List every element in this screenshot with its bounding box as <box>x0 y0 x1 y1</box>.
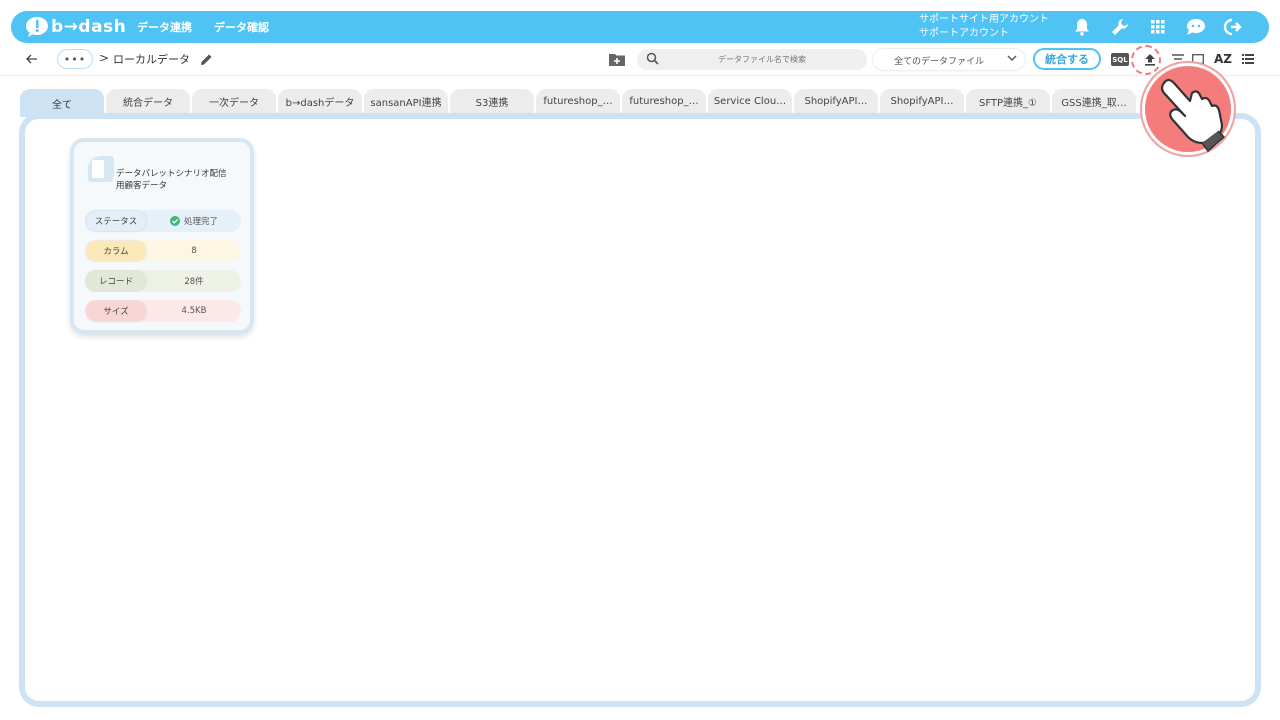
breadcrumb-more-button[interactable]: ••• <box>57 49 93 69</box>
tab-service-cloud[interactable]: Service Clou… <box>708 89 792 113</box>
pencil-icon[interactable] <box>197 50 215 68</box>
tab-shopify-2[interactable]: ShopifyAPI… <box>880 89 964 113</box>
logout-icon[interactable] <box>1215 11 1253 43</box>
merge-button[interactable]: 統合する <box>1033 48 1101 70</box>
logo-text: b→dash <box>51 17 127 37</box>
size-label: サイズ <box>86 301 146 321</box>
tab-futureshop-2[interactable]: futureshop_… <box>622 89 706 113</box>
chevron-down-icon <box>1007 55 1017 61</box>
search-box[interactable] <box>637 49 867 70</box>
tab-gss[interactable]: GSS連携_取… <box>1052 89 1136 113</box>
account-info[interactable]: サポートサイト用アカウント サポートアカウント <box>919 13 1049 41</box>
sql-icon[interactable]: SQL <box>1111 53 1129 66</box>
header-divider <box>0 75 1280 76</box>
breadcrumb-separator: > <box>99 51 110 65</box>
card-title: データパレットシナリオ配信 用顧客データ <box>116 168 236 192</box>
tab-sftp[interactable]: SFTP連携_① <box>966 89 1050 113</box>
tab-futureshop-1[interactable]: futureshop_… <box>536 89 620 113</box>
file-corner-icon <box>88 156 114 182</box>
search-input[interactable] <box>667 51 857 68</box>
tutorial-pointer-hand-icon <box>1142 63 1234 155</box>
card-title-line1: データパレットシナリオ配信 <box>116 169 227 179</box>
top-icons <box>1063 11 1253 43</box>
account-user: サポートアカウント <box>919 28 1009 39</box>
nav-data-integration[interactable]: データ連携 <box>137 19 192 35</box>
list-view-icon[interactable] <box>1239 50 1257 68</box>
column-value: 8 <box>191 246 197 256</box>
data-file-card[interactable]: データパレットシナリオ配信 用顧客データ ステータス 処理完了 カラム 8 レコ… <box>70 138 254 334</box>
file-filter-value: 全てのデータファイル <box>893 57 984 67</box>
back-arrow-icon[interactable] <box>23 50 41 68</box>
status-value: 処理完了 <box>183 217 218 227</box>
column-label: カラム <box>86 241 146 261</box>
record-value: 28件 <box>184 277 204 287</box>
top-nav: データ連携 データ確認 <box>137 11 269 43</box>
bdash-logo[interactable]: b→dash <box>25 16 126 38</box>
tab-primary-data[interactable]: 一次データ <box>192 89 276 113</box>
top-header-bar: b→dash データ連携 データ確認 サポートサイト用アカウント サポートアカウ… <box>11 11 1269 43</box>
tab-s3[interactable]: S3連携 <box>450 89 534 113</box>
card-title-line2: 用顧客データ <box>116 181 168 191</box>
size-row: サイズ 4.5KB <box>85 300 241 322</box>
tab-sansan-api[interactable]: sansanAPI連携 <box>364 89 448 113</box>
size-value: 4.5KB <box>181 306 207 316</box>
status-label: ステータス <box>86 211 146 231</box>
status-row: ステータス 処理完了 <box>85 210 241 232</box>
tab-merged-data[interactable]: 統合データ <box>106 89 190 113</box>
file-filter-select[interactable]: 全てのデータファイル <box>873 49 1025 70</box>
breadcrumb-current: ローカルデータ <box>113 53 190 66</box>
folder-add-icon[interactable] <box>607 50 627 68</box>
tab-bdash-data[interactable]: b→dashデータ <box>278 89 362 113</box>
nav-data-check[interactable]: データ確認 <box>214 19 269 35</box>
apps-grid-icon[interactable] <box>1139 11 1177 43</box>
tab-shopify-1[interactable]: ShopifyAPI… <box>794 89 878 113</box>
wrench-icon[interactable] <box>1101 11 1139 43</box>
record-row: レコード 28件 <box>85 270 241 292</box>
bell-icon[interactable] <box>1063 11 1101 43</box>
search-icon <box>646 52 659 65</box>
account-name: サポートサイト用アカウント <box>919 14 1049 25</box>
logo-bubble-icon <box>26 17 48 37</box>
check-circle-icon <box>169 216 180 226</box>
chat-bot-icon[interactable] <box>1177 11 1215 43</box>
record-label: レコード <box>86 271 146 291</box>
toolbar: ••• > ローカルデータ 全てのデータファイル 統合する SQL AZ <box>11 44 1269 74</box>
status-value-wrap: 処理完了 <box>147 210 241 232</box>
column-row: カラム 8 <box>85 240 241 262</box>
